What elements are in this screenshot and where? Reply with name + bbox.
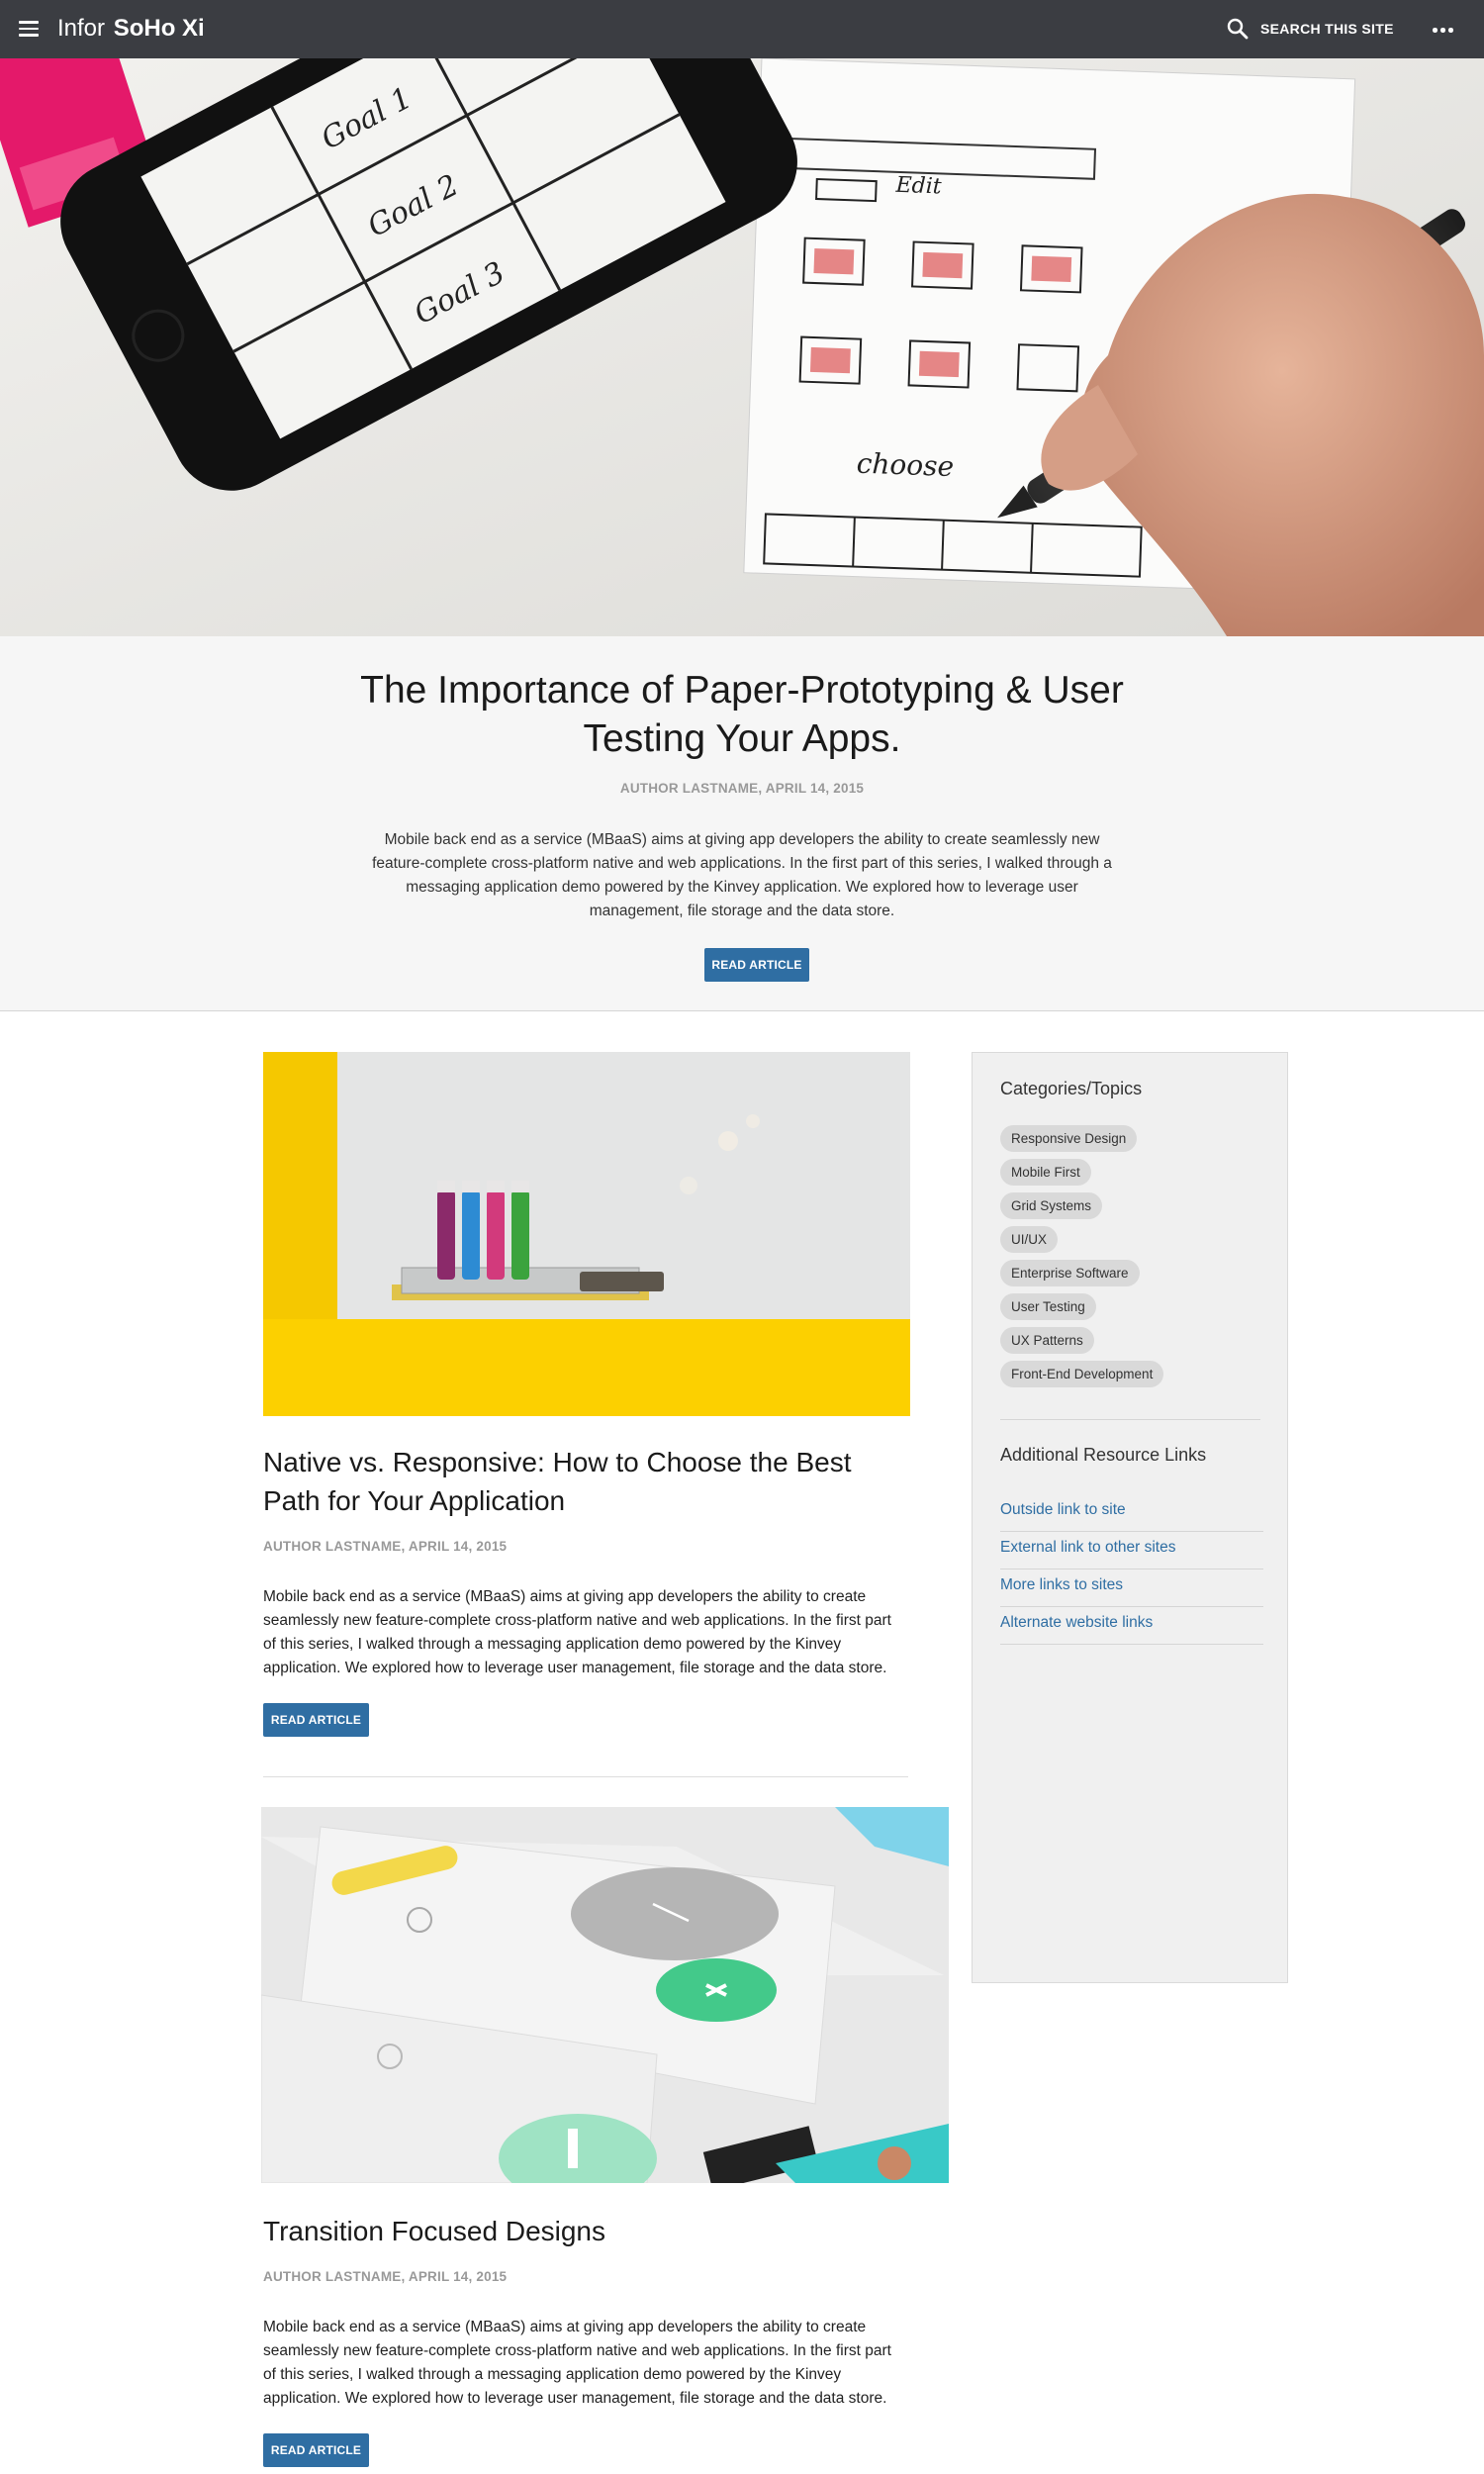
sidebar-divider [1000, 1419, 1260, 1420]
article-description: Mobile back end as a service (MBaaS) aim… [263, 1588, 891, 1676]
resource-link[interactable]: Outside link to site [1000, 1494, 1263, 1532]
more-options-icon[interactable] [1429, 20, 1458, 40]
featured-article-meta: AUTHOR LASTNAME, APRIL 14, 2015 [619, 781, 865, 796]
category-tag[interactable]: Responsive Design [1000, 1125, 1138, 1152]
search-label: SEARCH THIS SITE [1260, 21, 1394, 37]
article-meta: AUTHOR LASTNAME, APRIL 14, 2015 [263, 2269, 508, 2284]
hero-image: choose Edit Goal 1 Goal 2 Goal 3 [0, 58, 1484, 636]
resource-link[interactable]: External link to other sites [1000, 1532, 1263, 1570]
featured-article-title[interactable]: The Importance of Paper-Prototyping & Us… [326, 666, 1158, 763]
category-tag[interactable]: User Testing [1000, 1293, 1096, 1320]
article-image-transition-ui[interactable] [261, 1807, 949, 2183]
category-tag-list: Responsive Design Mobile First Grid Syst… [1000, 1125, 1267, 1394]
svg-text:Edit: Edit [894, 173, 942, 200]
resource-link[interactable]: Alternate website links [1000, 1607, 1263, 1645]
category-tag[interactable]: Front-End Development [1000, 1361, 1164, 1387]
featured-article: The Importance of Paper-Prototyping & Us… [0, 636, 1484, 1011]
article-title[interactable]: Native vs. Responsive: How to Choose the… [263, 1443, 896, 1520]
category-tag[interactable]: UX Patterns [1000, 1327, 1094, 1354]
category-tag[interactable]: Mobile First [1000, 1159, 1091, 1186]
hamburger-menu-icon[interactable] [19, 21, 39, 37]
sidebar: Categories/Topics Responsive Design Mobi… [972, 1052, 1288, 1983]
article-description: Mobile back end as a service (MBaaS) aim… [263, 2319, 891, 2407]
article-divider [263, 1776, 908, 1777]
search-button[interactable]: SEARCH THIS SITE [1227, 16, 1394, 42]
article-image-whiteboard[interactable] [263, 1052, 910, 1416]
read-article-button[interactable]: READ ARTICLE [704, 948, 809, 982]
site-brand[interactable]: Infor SoHo Xi [57, 13, 205, 45]
category-tag[interactable]: UI/UX [1000, 1226, 1059, 1253]
categories-heading: Categories/Topics [1000, 1079, 1143, 1098]
brand-light-text: Infor [57, 15, 106, 42]
category-tag[interactable]: Enterprise Software [1000, 1260, 1140, 1286]
article-meta: AUTHOR LASTNAME, APRIL 14, 2015 [263, 1539, 508, 1554]
resource-link-list: Outside link to site External link to ot… [1000, 1494, 1263, 1645]
featured-article-description: Mobile back end as a service (MBaaS) aim… [372, 831, 1112, 919]
read-article-button[interactable]: READ ARTICLE [263, 1703, 369, 1737]
brand-bold-text: SoHo Xi [113, 15, 205, 42]
resource-links-heading: Additional Resource Links [1000, 1445, 1207, 1465]
top-header: Infor SoHo Xi SEARCH THIS SITE [0, 0, 1484, 58]
resource-link[interactable]: More links to sites [1000, 1570, 1263, 1607]
search-icon [1227, 18, 1249, 40]
article-title[interactable]: Transition Focused Designs [263, 2212, 896, 2250]
category-tag[interactable]: Grid Systems [1000, 1192, 1103, 1219]
read-article-button[interactable]: READ ARTICLE [263, 2433, 369, 2467]
svg-text:choose: choose [856, 447, 954, 483]
